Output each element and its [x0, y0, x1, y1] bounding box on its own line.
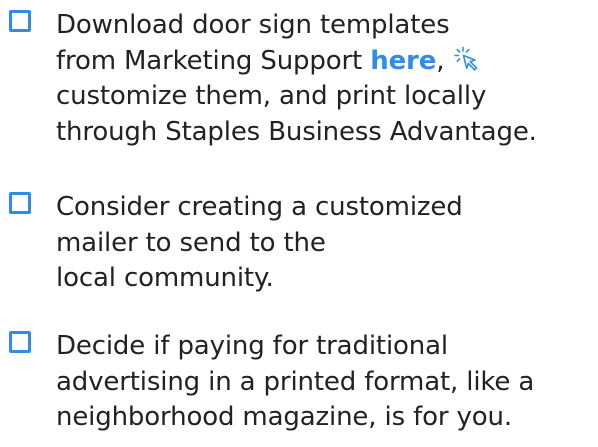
- text-line: Decide if paying for traditional: [56, 331, 448, 361]
- text-line: Download door sign templates: [56, 10, 450, 40]
- text-fragment: from Marketing Support: [56, 45, 371, 76]
- marketing-support-link[interactable]: here: [370, 46, 436, 76]
- checkbox[interactable]: [9, 10, 31, 32]
- cursor-click-icon: [454, 46, 478, 71]
- text-line: from Marketing Support here,: [56, 44, 598, 80]
- text-line: neighborhood magazine, is for you.: [56, 402, 512, 432]
- text-line: through Staples Business Advantage.: [56, 116, 537, 147]
- checkbox[interactable]: [9, 192, 31, 214]
- text-line: mailer to send to the: [56, 227, 326, 258]
- text-line: customize them, and print locally: [56, 81, 487, 111]
- checklist-item-text: Consider creating a customized mailer to…: [56, 190, 598, 297]
- text-line: Consider creating a customized: [56, 192, 463, 222]
- text-line: local community.: [56, 263, 274, 293]
- checkbox[interactable]: [9, 331, 31, 353]
- checklist: Download door sign templates from Market…: [0, 0, 598, 447]
- checklist-item-text: Decide if paying for traditional adverti…: [56, 329, 598, 436]
- text-fragment: ,: [436, 45, 445, 76]
- checklist-item-text: Download door sign templates from Market…: [56, 8, 598, 150]
- text-line: advertising in a printed format, like a: [56, 366, 535, 397]
